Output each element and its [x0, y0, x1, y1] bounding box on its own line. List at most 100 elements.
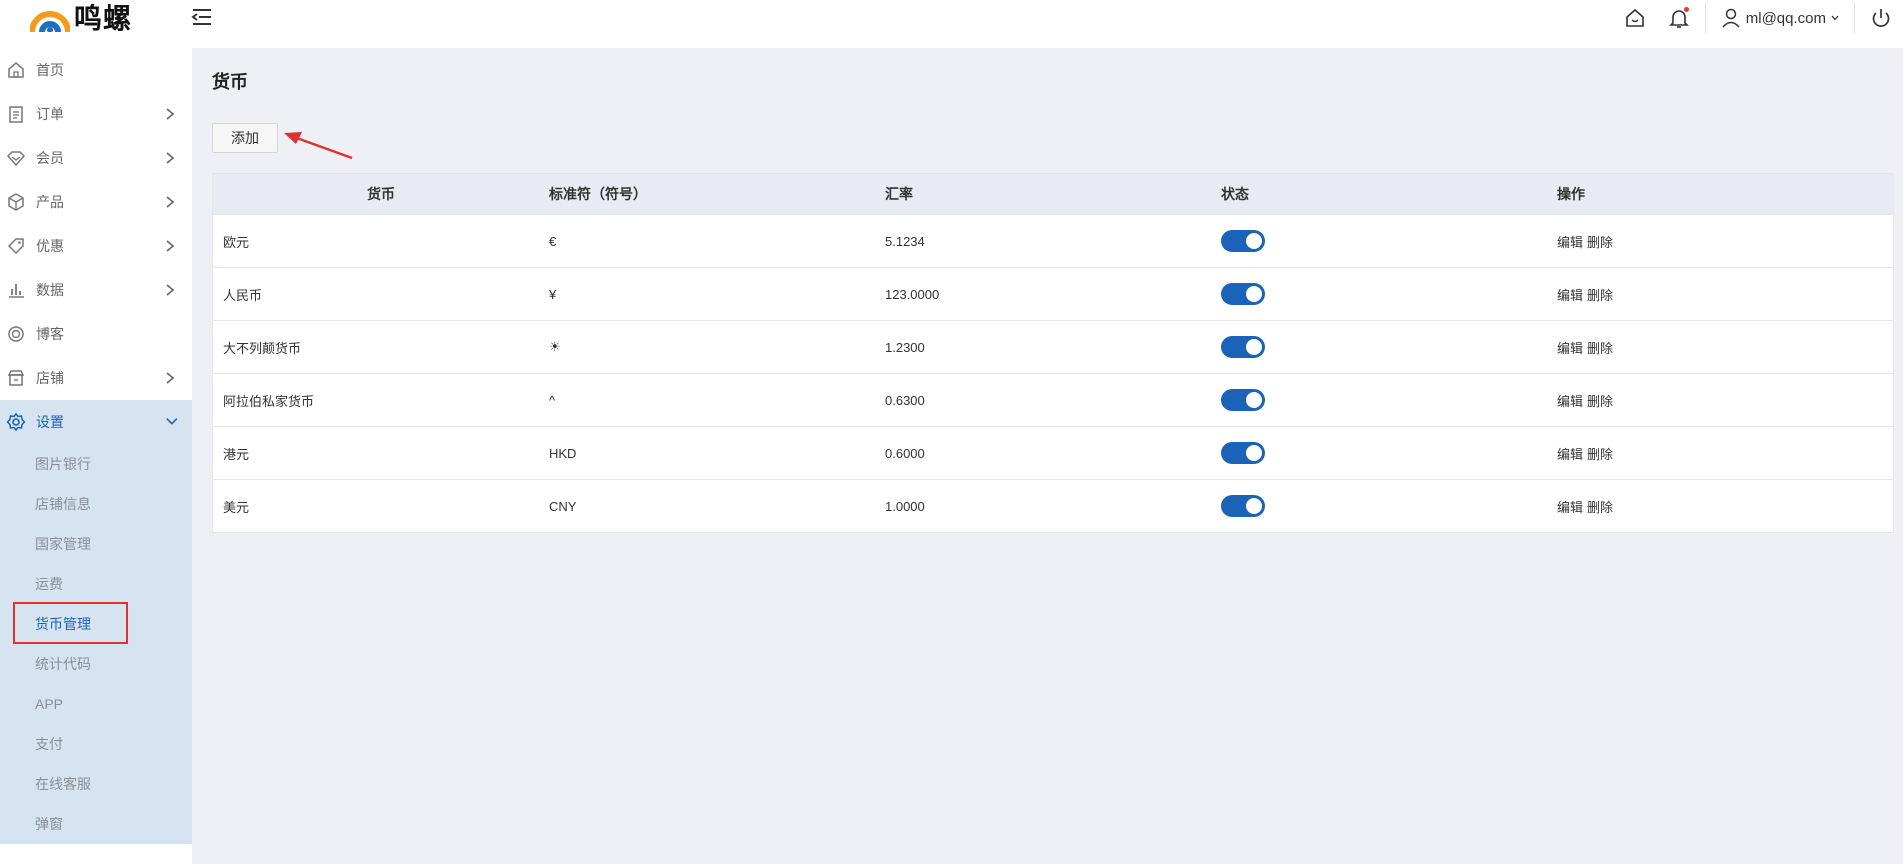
table-header: 货币 标准符（符号） 汇率 状态 操作: [213, 173, 1893, 214]
cell-currency: 大不列颠货币: [223, 340, 302, 356]
storefront-home-icon[interactable]: [1623, 6, 1647, 30]
cell-rate: 1.0000: [885, 498, 925, 514]
table-row: 人民币 ¥ 123.0000 编辑 删除: [213, 267, 1893, 320]
delete-link[interactable]: 删除: [1587, 391, 1613, 410]
member-icon: [6, 151, 26, 167]
column-header-currency: 货币: [367, 186, 395, 202]
sidebar: 首页 订单 会员 产品 优惠 数据 博客 店铺 设置 图片银行 店铺信息 国家管…: [0, 48, 192, 864]
table-row: 港元 HKD 0.6000 编辑 删除: [213, 426, 1893, 479]
sidebar-item-promotions[interactable]: 优惠: [0, 224, 192, 268]
gear-icon: [6, 412, 26, 432]
edit-link[interactable]: 编辑: [1557, 497, 1583, 516]
brand-name: 鸣螺: [74, 2, 133, 35]
submenu-item-popup[interactable]: 弹窗: [0, 804, 192, 844]
cell-symbol: CNY: [549, 498, 577, 514]
cell-rate: 123.0000: [885, 286, 940, 302]
notification-dot: [1683, 7, 1689, 12]
chevron-right-icon: [166, 152, 175, 164]
sidebar-item-label: 优惠: [36, 238, 64, 254]
edit-link[interactable]: 编辑: [1557, 338, 1583, 357]
submenu-item-store-info[interactable]: 店铺信息: [0, 484, 192, 524]
cell-currency: 欧元: [223, 234, 250, 250]
divider: [1704, 3, 1706, 33]
cell-symbol: HKD: [549, 445, 577, 461]
chevron-right-icon: [166, 372, 175, 384]
submenu-item-app[interactable]: APP: [0, 684, 192, 724]
cell-symbol: €: [549, 233, 557, 249]
edit-link[interactable]: 编辑: [1557, 391, 1583, 410]
sidebar-item-orders[interactable]: 订单: [0, 92, 192, 136]
power-icon[interactable]: [1869, 6, 1893, 30]
submenu-item-live-chat[interactable]: 在线客服: [0, 764, 192, 804]
sidebar-item-label: 数据: [36, 282, 64, 298]
table-row: 阿拉伯私家货币 ^ 0.6300 编辑 删除: [213, 373, 1893, 426]
sidebar-item-store[interactable]: 店铺: [0, 356, 192, 400]
delete-link[interactable]: 删除: [1587, 338, 1613, 357]
sidebar-item-data[interactable]: 数据: [0, 268, 192, 312]
store-icon: [7, 370, 25, 386]
menu-toggle-icon[interactable]: [190, 6, 214, 28]
submenu-item-tracking-code[interactable]: 统计代码: [0, 644, 192, 684]
sidebar-item-label: 订单: [36, 106, 64, 122]
cell-rate: 1.2300: [885, 339, 925, 355]
chevron-down-icon: [1831, 15, 1839, 21]
sidebar-item-label: 店铺: [36, 370, 64, 386]
cell-symbol: ¥: [549, 286, 557, 302]
cell-currency: 阿拉伯私家货币: [223, 393, 315, 409]
chevron-right-icon: [166, 196, 175, 208]
chevron-right-icon: [166, 108, 175, 120]
sidebar-item-products[interactable]: 产品: [0, 180, 192, 224]
user-menu[interactable]: ml@qq.com: [1720, 7, 1840, 29]
page-title: 货币: [212, 72, 248, 92]
header-actions: ml@qq.com: [1623, 0, 1903, 36]
chevron-right-icon: [166, 240, 175, 252]
sidebar-item-settings[interactable]: 设置: [0, 400, 192, 444]
edit-link[interactable]: 编辑: [1557, 285, 1583, 304]
submenu-item-currency-management[interactable]: 货币管理: [0, 602, 192, 644]
annotation-arrow: [284, 132, 353, 160]
status-toggle[interactable]: [1221, 283, 1265, 305]
delete-link[interactable]: 删除: [1587, 497, 1613, 516]
column-header-rate: 汇率: [885, 186, 913, 202]
delete-link[interactable]: 删除: [1587, 444, 1613, 463]
sidebar-item-home[interactable]: 首页: [0, 48, 192, 92]
logo[interactable]: 鸣螺: [30, 0, 133, 35]
add-button[interactable]: 添加: [212, 123, 278, 153]
status-toggle[interactable]: [1221, 442, 1265, 464]
tag-icon: [7, 238, 24, 255]
sidebar-item-members[interactable]: 会员: [0, 136, 192, 180]
table-row: 美元 CNY 1.0000 编辑 删除: [213, 479, 1893, 532]
cell-rate: 0.6300: [885, 392, 925, 408]
top-bar: 鸣螺 ml@qq.com: [0, 0, 1903, 48]
column-header-actions: 操作: [1557, 186, 1585, 202]
edit-link[interactable]: 编辑: [1557, 444, 1583, 463]
cell-rate: 5.1234: [885, 233, 925, 249]
delete-link[interactable]: 删除: [1587, 285, 1613, 304]
status-toggle[interactable]: [1221, 336, 1265, 358]
column-header-status: 状态: [1221, 186, 1249, 202]
user-email: ml@qq.com: [1745, 9, 1826, 27]
logo-icon: [30, 11, 70, 32]
table-row: 大不列颠货币 ☀ 1.2300 编辑 删除: [213, 320, 1893, 373]
submenu-item-image-bank[interactable]: 图片银行: [0, 444, 192, 484]
submenu-item-country-management[interactable]: 国家管理: [0, 524, 192, 564]
cell-rate: 0.6000: [885, 445, 925, 461]
sidebar-item-label: 首页: [36, 62, 64, 78]
sidebar-item-label: 产品: [36, 194, 64, 210]
cell-symbol: ^: [549, 392, 556, 408]
status-toggle[interactable]: [1221, 389, 1265, 411]
submenu-item-shipping[interactable]: 运费: [0, 564, 192, 604]
sidebar-item-blog[interactable]: 博客: [0, 312, 192, 356]
edit-link[interactable]: 编辑: [1557, 232, 1583, 251]
sidebar-item-label: 会员: [36, 150, 64, 166]
cell-currency: 人民币: [223, 287, 263, 303]
settings-submenu: 图片银行 店铺信息 国家管理 运费 货币管理 统计代码 APP 支付 在线客服 …: [0, 444, 192, 844]
currency-table: 货币 标准符（符号） 汇率 状态 操作 欧元 € 5.1234 编辑 删除 人民币…: [212, 173, 1894, 533]
delete-link[interactable]: 删除: [1587, 232, 1613, 251]
status-toggle[interactable]: [1221, 230, 1265, 252]
notification-bell-icon[interactable]: [1667, 6, 1691, 30]
cell-symbol: ☀: [549, 339, 561, 354]
status-toggle[interactable]: [1221, 495, 1265, 517]
user-icon: [1722, 8, 1740, 28]
submenu-item-payment[interactable]: 支付: [0, 724, 192, 764]
